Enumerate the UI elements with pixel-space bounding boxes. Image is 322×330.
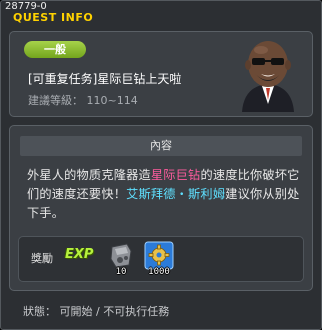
npc-portrait-icon [242,41,294,112]
reward-label: 獎勵 [31,252,53,265]
reward-item-count: 10 [115,267,127,277]
window-title: QUEST INFO [13,11,94,24]
reward-item-gear[interactable]: 1000 [143,241,175,277]
recommended-level-label: 建議等級： [28,94,83,107]
quest-info-window: 28779-0 QUEST INFO 一般 [可重复任务]星际巨钻上天啦 建議等… [0,0,322,330]
quest-name: [可重复任务]星际巨钻上天啦 [28,72,182,86]
highlight-npc-name: 艾斯拜德・斯利姆 [126,187,226,201]
quest-content-panel: 內容 外星人的物质克隆器造星际巨钻的速度比你破坏它们的速度还要快！艾斯拜德・斯利… [9,125,313,291]
reward-box: 獎勵 EXP 10 1000 [18,236,304,282]
status-value: 可開始 / 不可执行任務 [59,305,170,318]
exp-reward-icon: EXP [65,247,94,262]
content-header: 內容 [20,136,302,156]
reward-item-count: 1000 [148,267,170,277]
recommended-level-value: 110~114 [86,94,138,107]
quest-category-badge: 一般 [24,41,86,58]
description-text: 外星人的物质克隆器造 [27,168,151,182]
status-label: 狀態： [23,305,56,318]
highlight-item-name: 星际巨钻 [150,168,201,182]
reward-item-machine-part[interactable]: 10 [107,241,135,277]
recommended-level: 建議等級： 110~114 [28,92,138,108]
quest-header-panel: 一般 [可重复任务]星际巨钻上天啦 建議等級： 110~114 [9,31,313,117]
quest-description: 外星人的物质克隆器造星际巨钻的速度比你破坏它们的速度还要快！艾斯拜德・斯利姆建议… [27,166,301,223]
quest-status: 狀態： 可開始 / 不可执行任務 [23,303,169,319]
